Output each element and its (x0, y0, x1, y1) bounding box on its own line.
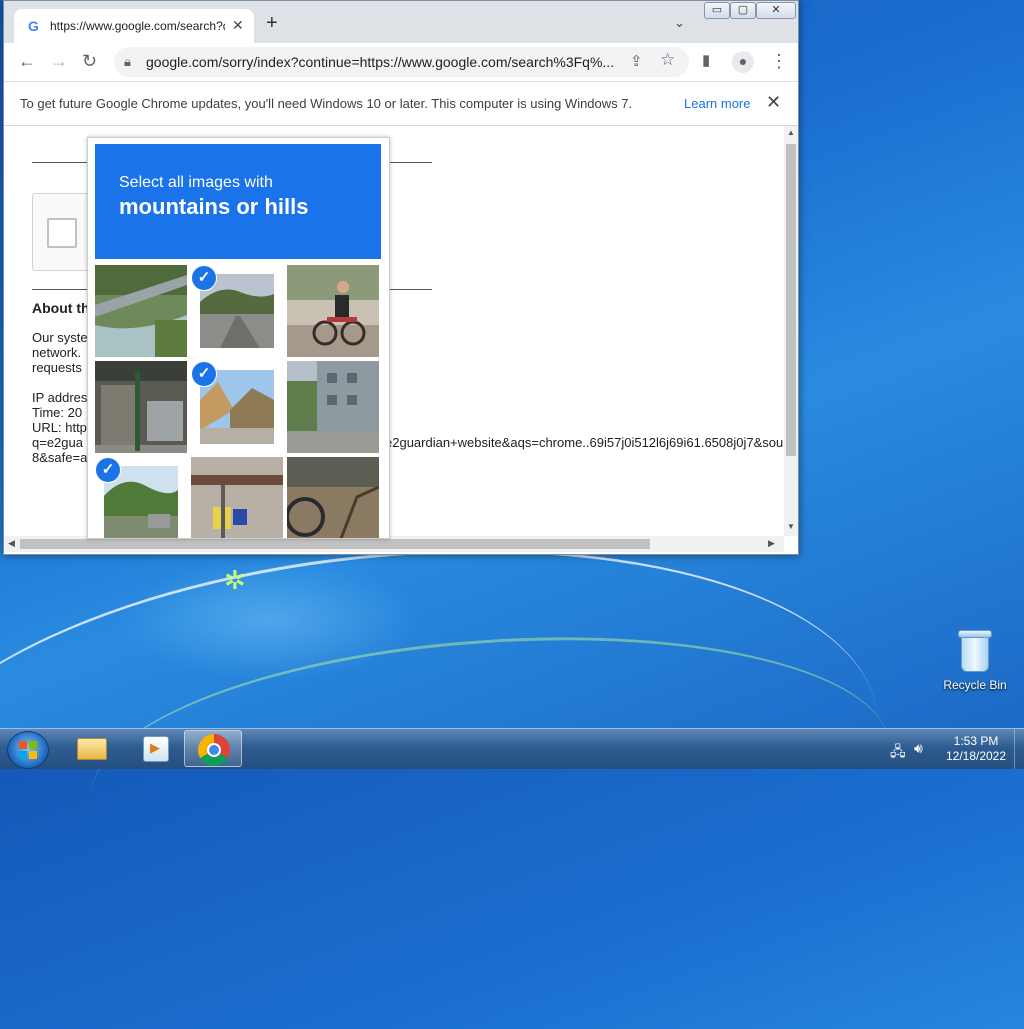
maximize-button[interactable]: ▢ (730, 2, 756, 19)
new-tab-button[interactable]: + (266, 13, 278, 33)
taskbar-explorer[interactable] (60, 730, 118, 767)
media-player-icon (143, 736, 169, 762)
start-button[interactable] (7, 731, 49, 769)
scroll-down-icon[interactable]: ▼ (787, 522, 795, 531)
captcha-tile-shop-front[interactable] (95, 361, 187, 453)
captcha-tile-bicycle-wheel[interactable] (287, 457, 379, 538)
captcha-tile-parking-sign[interactable] (191, 457, 283, 538)
tab-close-icon[interactable]: ✕ (232, 17, 244, 34)
tab-search-icon[interactable]: ⌄ (674, 15, 685, 31)
clock-time: 1:53 PM (953, 734, 999, 748)
clock[interactable]: 1:53 PM 12/18/2022 (936, 734, 1016, 764)
google-favicon-icon: G (28, 18, 39, 34)
captcha-tile-valley-hills[interactable]: ✓ (191, 361, 283, 453)
recaptcha-checkbox[interactable] (47, 218, 77, 248)
ip-line: IP addres (32, 390, 88, 405)
infobar-close-icon[interactable]: ✕ (766, 92, 781, 113)
menu-kebab-icon[interactable]: ⋮ (770, 51, 788, 71)
vertical-scrollbar[interactable]: ▲ ▼ (784, 126, 798, 536)
address-url[interactable]: google.com/sorry/index?continue=https://… (146, 54, 626, 70)
captcha-tile-building-street[interactable] (287, 361, 379, 453)
back-arrow-icon[interactable]: ← (18, 51, 36, 71)
captcha-tile-cyclist[interactable] (287, 265, 379, 357)
scroll-up-icon[interactable]: ▲ (787, 128, 795, 137)
tile-image (287, 457, 379, 538)
safe-line: 8&safe=a (32, 450, 88, 465)
browser-toolbar: ← → ↻ 🔒︎ google.com/sorry/index?continue… (4, 43, 798, 82)
tab-title: https://www.google.com/search?q= (50, 19, 225, 33)
tile-image (287, 361, 379, 453)
url-line: URL: http (32, 420, 87, 435)
share-icon[interactable]: ⇪ (630, 52, 643, 70)
captcha-target: mountains or hills (119, 194, 309, 219)
volume-icon[interactable]: 🔊︎ (914, 740, 923, 757)
recycle-bin-icon (958, 630, 992, 672)
taskbar-chrome[interactable] (184, 730, 242, 767)
tile-image (287, 265, 379, 357)
chrome-window: G https://www.google.com/search?q= ✕ + ⌄… (3, 0, 799, 555)
para-line: requests (32, 360, 82, 375)
scroll-right-icon[interactable]: ▶ (768, 538, 775, 549)
scroll-thumb[interactable] (786, 144, 796, 456)
show-desktop-button[interactable] (1014, 729, 1024, 769)
update-infobar: To get future Google Chrome updates, you… (4, 82, 798, 126)
taskbar-media-player[interactable] (122, 730, 180, 767)
time-line: Time: 20 (32, 405, 83, 420)
para-line: Our syste (32, 330, 88, 345)
tile-selected-check-icon: ✓ (191, 265, 217, 291)
captcha-tile-bridge-river[interactable] (95, 265, 187, 357)
side-panel-icon[interactable]: ▮ (702, 51, 710, 71)
bookmark-star-icon[interactable]: ☆ (660, 50, 675, 70)
folder-icon (77, 738, 107, 760)
tab-strip: G https://www.google.com/search?q= ✕ + ⌄… (4, 1, 798, 43)
wallpaper-leaf-icon: ✲ (224, 565, 246, 595)
tile-selected-check-icon: ✓ (95, 457, 121, 483)
captcha-instruction: Select all images with (119, 174, 273, 191)
tile-image (191, 457, 283, 538)
minimize-button[interactable]: ▭ (704, 2, 730, 19)
query-line: q=e2gua (32, 435, 83, 450)
tile-image (95, 361, 187, 453)
para-line: network. (32, 345, 82, 360)
scroll-thumb[interactable] (20, 539, 650, 549)
tile-selected-check-icon: ✓ (191, 361, 217, 387)
recycle-bin[interactable]: Recycle Bin (940, 630, 1010, 692)
recycle-bin-label: Recycle Bin (943, 678, 1007, 692)
about-heading: About th (32, 300, 90, 316)
forward-arrow-icon[interactable]: → (50, 51, 68, 71)
taskbar: 🖧︎ 🔊︎ 1:53 PM 12/18/2022 (0, 728, 1024, 769)
tile-image (95, 265, 187, 357)
windows-logo-icon (19, 741, 37, 759)
close-window-button[interactable]: ✕ (756, 2, 796, 19)
tab-google-search[interactable]: G https://www.google.com/search?q= ✕ (14, 9, 254, 43)
address-bar[interactable]: 🔒︎ google.com/sorry/index?continue=https… (114, 47, 689, 77)
system-tray: 🖧︎ 🔊︎ 1:53 PM 12/18/2022 (880, 729, 1024, 769)
captcha-tile-green-hills[interactable]: ✓ (95, 457, 187, 538)
captcha-tile-mountain-road[interactable]: ✓ (191, 265, 283, 357)
profile-icon[interactable]: ● (732, 51, 754, 73)
network-icon[interactable]: 🖧︎ (890, 741, 906, 765)
infobar-message: To get future Google Chrome updates, you… (20, 96, 633, 111)
clock-date: 12/18/2022 (945, 749, 1007, 763)
learn-more-link[interactable]: Learn more (684, 96, 750, 111)
scroll-left-icon[interactable]: ◀ (8, 538, 15, 549)
lock-icon[interactable]: 🔒︎ (124, 54, 131, 70)
captcha-header: Select all images with mountains or hill… (95, 144, 381, 259)
query-line-end: e2guardian+website&aqs=chrome..69i57j0i5… (385, 435, 784, 450)
chrome-icon (198, 734, 230, 766)
captcha-challenge: Select all images with mountains or hill… (87, 137, 390, 539)
reload-icon[interactable]: ↻ (82, 51, 97, 71)
